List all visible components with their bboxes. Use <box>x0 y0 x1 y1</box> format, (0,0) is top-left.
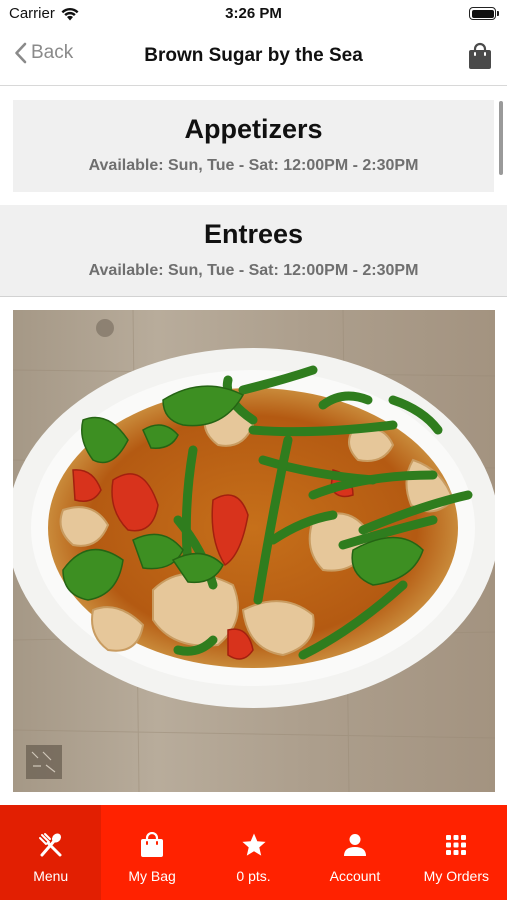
shopping-bag-icon <box>141 832 164 857</box>
page-title: Brown Sugar by the Sea <box>144 45 363 66</box>
tab-label: 0 pts. <box>236 868 271 884</box>
category-title: Appetizers <box>184 114 323 144</box>
dish-photo[interactable] <box>13 310 495 792</box>
dish-illustration <box>13 310 495 792</box>
tab-menu[interactable]: Menu <box>0 805 102 900</box>
battery-tip <box>497 11 499 16</box>
tab-label: Account <box>329 868 381 884</box>
tab-points[interactable]: 0 pts. <box>203 805 304 900</box>
tab-label: My Orders <box>423 868 489 884</box>
battery-level <box>471 9 494 18</box>
shopping-bag-icon[interactable] <box>467 42 493 70</box>
category-hours: Available: Sun, Tue - Sat: 12:00PM - 2:3… <box>88 262 419 279</box>
category-appetizers[interactable]: Appetizers Available: Sun, Tue - Sat: 12… <box>13 100 494 192</box>
scroll-indicator[interactable] <box>499 101 503 175</box>
navigation-bar: Back Brown Sugar by the Sea <box>0 28 507 86</box>
status-time: 3:26 PM <box>225 5 282 22</box>
tab-label: My Bag <box>128 868 176 884</box>
tab-label: Menu <box>33 868 69 884</box>
fork-spoon-icon <box>38 833 62 857</box>
category-title: Entrees <box>203 219 304 249</box>
category-entrees[interactable]: Entrees Available: Sun, Tue - Sat: 12:00… <box>0 205 507 297</box>
star-icon <box>241 833 266 856</box>
tab-account[interactable]: Account <box>304 805 405 900</box>
person-icon <box>343 834 366 856</box>
menu-content[interactable]: Appetizers Available: Sun, Tue - Sat: 12… <box>0 87 507 805</box>
battery-icon <box>469 7 499 20</box>
tab-my-bag[interactable]: My Bag <box>101 805 202 900</box>
grid-icon <box>446 835 467 855</box>
category-hours: Available: Sun, Tue - Sat: 12:00PM - 2:3… <box>88 157 419 174</box>
tab-bar: Menu My Bag 0 pts. Account My Orders <box>0 805 507 900</box>
status-bar: Carrier 3:26 PM <box>0 0 507 28</box>
tab-my-orders[interactable]: My Orders <box>406 805 507 900</box>
